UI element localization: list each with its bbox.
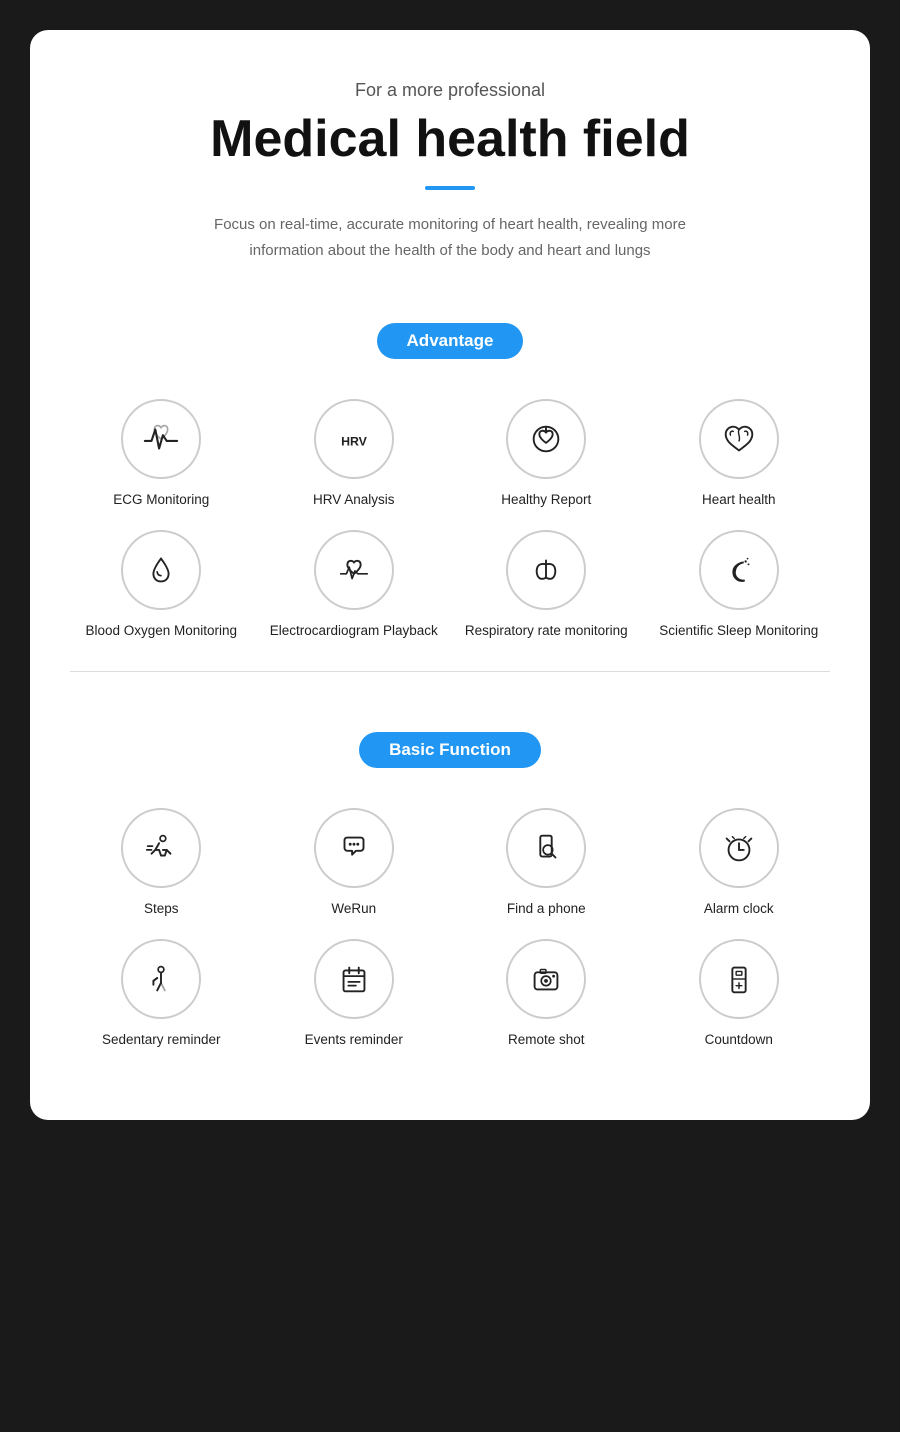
heart-health-icon [699,399,779,479]
subtitle: For a more professional [70,80,830,101]
blood-oxygen-icon [121,530,201,610]
basic-grid: Steps WeRun [70,808,830,1050]
events-icon [314,939,394,1019]
basic-badge-row: Basic Function [70,702,830,778]
steps-label: Steps [144,900,179,919]
ecg-playback-icon [314,530,394,610]
header: For a more professional Medical health f… [70,80,830,263]
feature-ecg-playback: Electrocardiogram Playback [263,530,446,641]
feature-sedentary: Sedentary reminder [70,939,253,1050]
steps-icon [121,808,201,888]
werun-label: WeRun [331,900,376,919]
ecg-playback-label: Electrocardiogram Playback [270,622,438,641]
feature-respiratory: Respiratory rate monitoring [455,530,638,641]
find-phone-icon [506,808,586,888]
feature-find-phone: Find a phone [455,808,638,919]
feature-heart-health: Heart health [648,399,831,510]
main-card: For a more professional Medical health f… [30,30,870,1120]
main-title: Medical health field [70,111,830,168]
description: Focus on real-time, accurate monitoring … [190,212,710,263]
feature-werun: WeRun [263,808,446,919]
find-phone-label: Find a phone [507,900,586,919]
sleep-label: Scientific Sleep Monitoring [659,622,818,641]
werun-icon [314,808,394,888]
feature-sleep: Scientific Sleep Monitoring [648,530,831,641]
feature-hrv: HRV HRV Analysis [263,399,446,510]
alarm-label: Alarm clock [704,900,774,919]
countdown-icon [699,939,779,1019]
remote-shot-icon [506,939,586,1019]
respiratory-label: Respiratory rate monitoring [465,622,628,641]
feature-ecg: ECG Monitoring [70,399,253,510]
healthy-report-icon [506,399,586,479]
feature-countdown: Countdown [648,939,831,1050]
advantage-grid: ECG Monitoring HRV HRV Analysis Health [70,399,830,641]
ecg-label: ECG Monitoring [113,491,209,510]
heart-health-label: Heart health [702,491,776,510]
feature-alarm: Alarm clock [648,808,831,919]
feature-remote-shot: Remote shot [455,939,638,1050]
section-divider [70,671,830,672]
events-label: Events reminder [305,1031,403,1050]
basic-badge: Basic Function [359,732,541,768]
sedentary-icon [121,939,201,1019]
hrv-icon: HRV [314,399,394,479]
feature-steps: Steps [70,808,253,919]
blue-divider [425,186,475,190]
advantage-badge: Advantage [377,323,524,359]
alarm-icon [699,808,779,888]
sedentary-label: Sedentary reminder [102,1031,221,1050]
respiratory-icon [506,530,586,610]
hrv-label: HRV Analysis [313,491,395,510]
advantage-badge-row: Advantage [70,293,830,369]
healthy-report-label: Healthy Report [501,491,591,510]
ecg-icon [121,399,201,479]
sleep-icon [699,530,779,610]
feature-blood-oxygen: Blood Oxygen Monitoring [70,530,253,641]
feature-healthy-report: Healthy Report [455,399,638,510]
svg-text:HRV: HRV [341,434,368,448]
countdown-label: Countdown [705,1031,773,1050]
feature-events: Events reminder [263,939,446,1050]
blood-oxygen-label: Blood Oxygen Monitoring [85,622,237,641]
remote-shot-label: Remote shot [508,1031,585,1050]
